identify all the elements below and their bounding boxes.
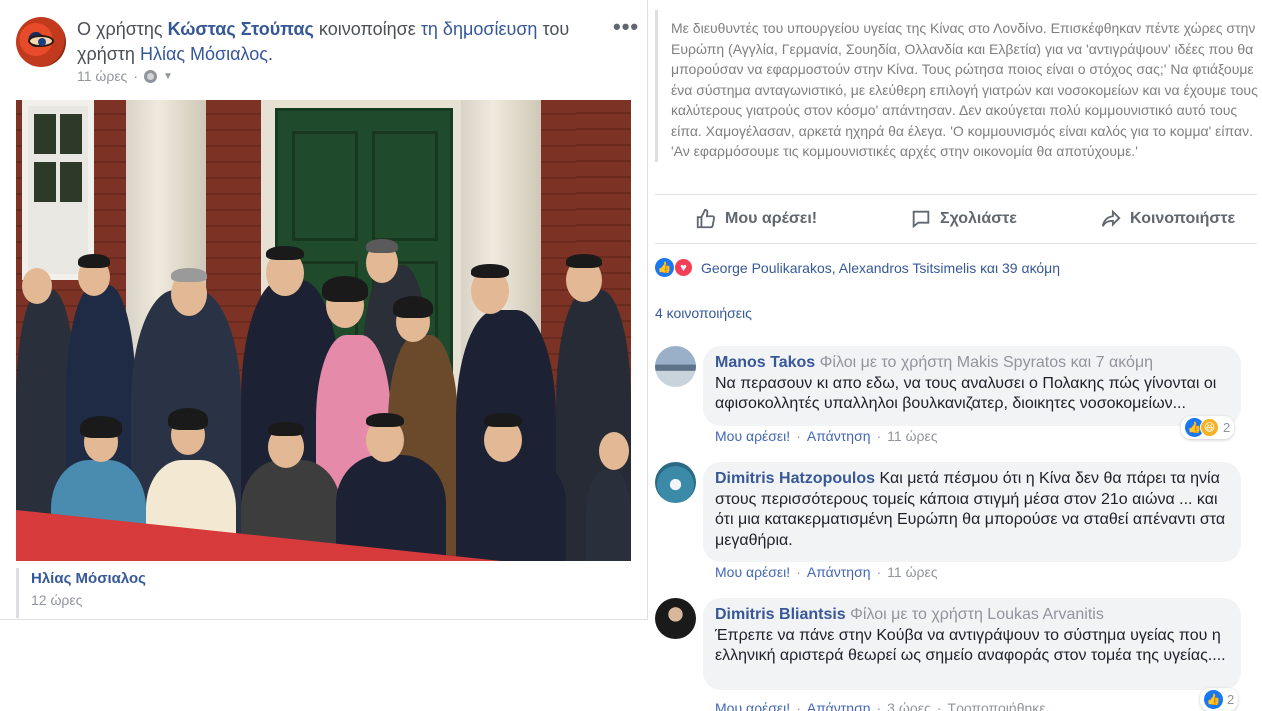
comment-actions: Μου αρέσει! · Απάντηση · 11 ώρες [715,564,938,580]
comment-reactions[interactable]: 👍 2 [1200,688,1239,711]
comment-bubble: Dimitris Hatzopoulos Και μετά πέσμου ότι… [703,462,1241,562]
like-label: Μου αρέσει! [725,210,818,227]
comment-reply-link[interactable]: Απάντηση [807,700,871,711]
comment-like-link[interactable]: Μου αρέσει! [715,428,790,444]
comment-text: Έπρεπε να πάνε στην Κούβα να αντιγράψουν… [715,626,1226,665]
more-options-button[interactable]: ••• [613,14,639,40]
reactions-summary[interactable]: 👍 ♥ George Poulikarakos, Alexandros Tsit… [655,258,1060,277]
comment-actions: Μου αρέσει! · Απάντηση · 11 ώρες [715,428,938,444]
commenter-name[interactable]: Dimitris Bliantsis [715,606,846,623]
header-of: του [542,19,570,39]
sharer-avatar[interactable] [16,17,66,67]
comment-reactions[interactable]: 👍 😆 2 [1181,416,1235,439]
comment-reply-link[interactable]: Απάντηση [807,564,871,580]
comment-edited-label[interactable]: Τροποποιήθηκε [947,700,1045,711]
globe-icon[interactable] [143,69,157,83]
original-post-attribution: Ηλίας Μόσιαλος 12 ώρες [16,568,146,618]
comment-time[interactable]: 11 ώρες [887,564,937,580]
post-meta: 11 ώρες · ▼ [77,68,173,84]
like-reaction-icon: 👍 [1204,690,1223,709]
comment-time[interactable]: 3 ώρες [887,700,931,711]
haha-reaction-icon: 😆 [1200,418,1219,437]
header-verb: κοινοποίησε [318,19,416,39]
like-reaction-icon: 👍 [655,258,674,277]
header-user-word: χρήστη [77,44,135,64]
comment-like-link[interactable]: Μου αρέσει! [715,700,790,711]
original-post-time[interactable]: 12 ώρες [31,590,146,610]
post-header: Ο χρήστης Κώστας Στούπας κοινοποίησε τη … [77,17,577,67]
comment-like-link[interactable]: Μου αρέσει! [715,564,790,580]
post-action-bar: Μου αρέσει! Σχολιάστε Κοινοποιήστε [655,194,1257,244]
building-window [22,100,94,280]
commenter-name[interactable]: Manos Takos [715,354,815,371]
original-author-link[interactable]: Ηλίας Μόσιαλος [31,568,146,590]
post-photo[interactable] [16,100,631,561]
comment-bubble: Dimitris Bliantsis Φίλοι με το χρήστη Lo… [703,598,1241,690]
shared-post-link[interactable]: τη δημοσίευση [421,19,538,39]
commenter-avatar[interactable] [655,462,696,503]
love-reaction-icon: ♥ [674,258,693,277]
share-label: Κοινοποιήστε [1130,210,1236,227]
thumbs-up-icon [695,208,717,230]
commenter-avatar[interactable] [655,598,696,639]
comment-reaction-count: 2 [1227,692,1235,707]
shares-count-link[interactable]: 4 κοινοποιήσεις [655,305,752,321]
header-period: . [267,44,273,64]
comment-label: Σχολιάστε [940,210,1017,227]
sharer-name-link[interactable]: Κώστας Στούπας [168,19,314,39]
share-arrow-icon [1100,208,1122,230]
post-quote-text: Με διευθυντές του υπουργείου υγείας της … [655,10,1262,162]
comment-reply-link[interactable]: Απάντηση [807,428,871,444]
speech-bubble-icon [910,208,932,230]
commenter-name[interactable]: Dimitris Hatzopoulos [715,470,875,487]
audience-dropdown-icon[interactable]: ▼ [163,71,173,82]
comment-time[interactable]: 11 ώρες [887,428,937,444]
commenter-mutual-friends: Φίλοι με το χρήστη Makis Spyratos και 7 … [819,354,1154,371]
commenter-avatar[interactable] [655,346,696,387]
comment-actions: Μου αρέσει! · Απάντηση · 3 ώρες · Τροποπ… [715,700,1046,711]
commenter-mutual-friends: Φίλοι με το χρήστη Loukas Arvanitis [850,606,1104,623]
author-name-link[interactable]: Ηλίας Μόσιαλος [140,44,268,64]
post-detail-panel: Με διευθυντές του υπουργείου υγείας της … [655,0,1262,711]
header-prefix: Ο χρήστης [77,19,163,39]
comment-reaction-count: 2 [1223,420,1231,435]
reactions-names[interactable]: George Poulikarakos, Alexandros Tsitsime… [701,260,1060,276]
share-button[interactable]: Κοινοποιήστε [1100,208,1235,230]
like-button[interactable]: Μου αρέσει! [695,208,817,230]
quote-paragraph: Με διευθυντές του υπουργείου υγείας της … [671,20,1258,159]
comment-button[interactable]: Σχολιάστε [910,208,1017,230]
shared-post-card: Ο χρήστης Κώστας Στούπας κοινοποίησε τη … [0,0,648,620]
post-timestamp[interactable]: 11 ώρες [77,68,127,84]
comment-text: Να περασουν κι απο εδω, να τους αναλυσει… [715,374,1217,413]
comment-bubble: Manos Takos Φίλοι με το χρήστη Makis Spy… [703,346,1241,426]
